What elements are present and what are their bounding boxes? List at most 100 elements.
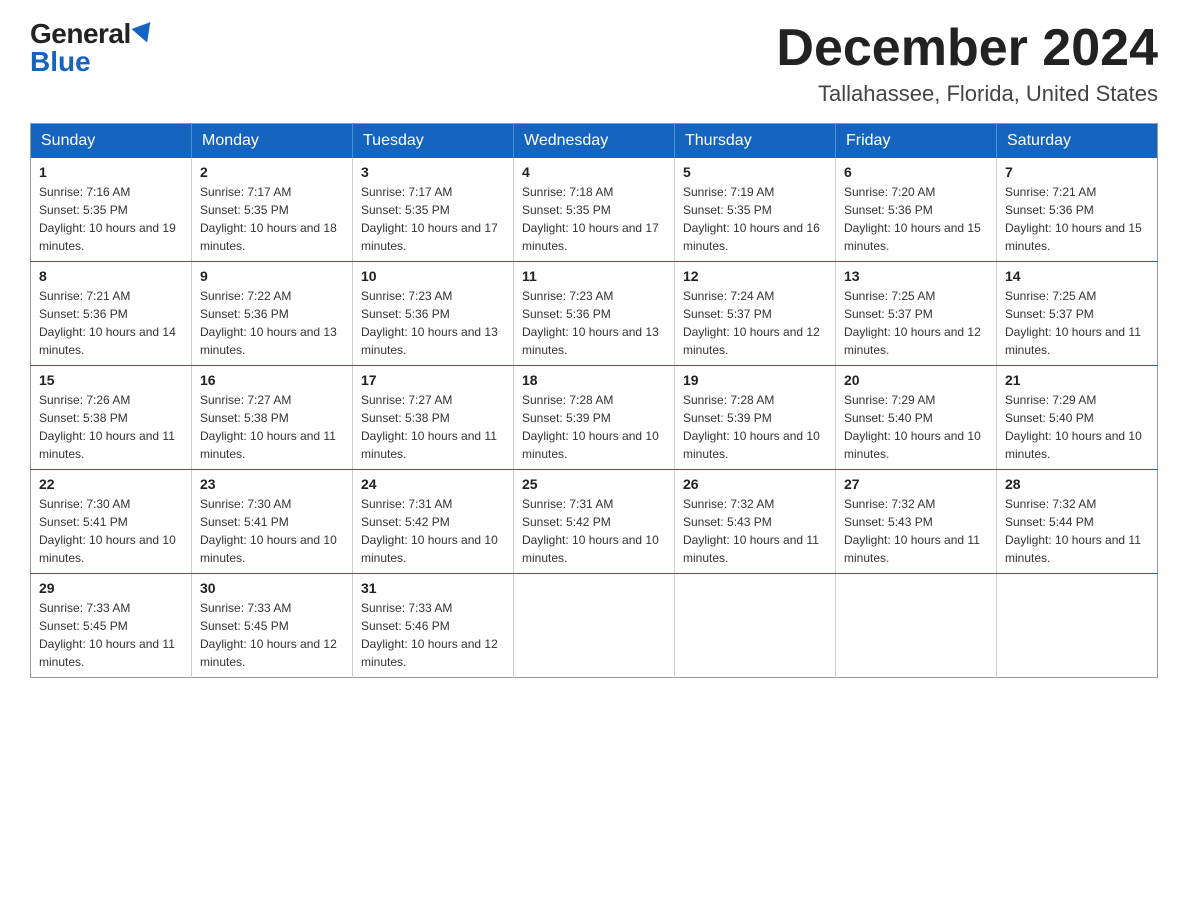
header-wednesday: Wednesday	[514, 124, 675, 159]
day-info: Sunrise: 7:31 AM Sunset: 5:42 PM Dayligh…	[522, 495, 666, 567]
day-number: 19	[683, 372, 827, 388]
day-info: Sunrise: 7:27 AM Sunset: 5:38 PM Dayligh…	[200, 391, 344, 463]
calendar-week-row: 1 Sunrise: 7:16 AM Sunset: 5:35 PM Dayli…	[31, 158, 1158, 262]
day-info: Sunrise: 7:16 AM Sunset: 5:35 PM Dayligh…	[39, 183, 183, 255]
day-number: 17	[361, 372, 505, 388]
table-row: 12 Sunrise: 7:24 AM Sunset: 5:37 PM Dayl…	[675, 262, 836, 366]
table-row	[514, 574, 675, 678]
day-info: Sunrise: 7:17 AM Sunset: 5:35 PM Dayligh…	[361, 183, 505, 255]
logo-blue-text: Blue	[30, 48, 91, 76]
day-number: 8	[39, 268, 183, 284]
day-info: Sunrise: 7:27 AM Sunset: 5:38 PM Dayligh…	[361, 391, 505, 463]
table-row: 6 Sunrise: 7:20 AM Sunset: 5:36 PM Dayli…	[836, 158, 997, 262]
table-row	[836, 574, 997, 678]
header-saturday: Saturday	[997, 124, 1158, 159]
day-number: 15	[39, 372, 183, 388]
table-row: 19 Sunrise: 7:28 AM Sunset: 5:39 PM Dayl…	[675, 366, 836, 470]
table-row: 23 Sunrise: 7:30 AM Sunset: 5:41 PM Dayl…	[192, 470, 353, 574]
table-row: 7 Sunrise: 7:21 AM Sunset: 5:36 PM Dayli…	[997, 158, 1158, 262]
table-row: 5 Sunrise: 7:19 AM Sunset: 5:35 PM Dayli…	[675, 158, 836, 262]
table-row: 25 Sunrise: 7:31 AM Sunset: 5:42 PM Dayl…	[514, 470, 675, 574]
header-tuesday: Tuesday	[353, 124, 514, 159]
day-info: Sunrise: 7:18 AM Sunset: 5:35 PM Dayligh…	[522, 183, 666, 255]
day-info: Sunrise: 7:26 AM Sunset: 5:38 PM Dayligh…	[39, 391, 183, 463]
table-row: 27 Sunrise: 7:32 AM Sunset: 5:43 PM Dayl…	[836, 470, 997, 574]
table-row: 24 Sunrise: 7:31 AM Sunset: 5:42 PM Dayl…	[353, 470, 514, 574]
table-row: 10 Sunrise: 7:23 AM Sunset: 5:36 PM Dayl…	[353, 262, 514, 366]
day-number: 22	[39, 476, 183, 492]
title-area: December 2024 Tallahassee, Florida, Unit…	[776, 20, 1158, 107]
table-row: 3 Sunrise: 7:17 AM Sunset: 5:35 PM Dayli…	[353, 158, 514, 262]
day-info: Sunrise: 7:23 AM Sunset: 5:36 PM Dayligh…	[361, 287, 505, 359]
calendar-subtitle: Tallahassee, Florida, United States	[776, 81, 1158, 107]
logo-general-text: General	[30, 20, 154, 48]
day-info: Sunrise: 7:32 AM Sunset: 5:44 PM Dayligh…	[1005, 495, 1149, 567]
day-number: 23	[200, 476, 344, 492]
table-row: 31 Sunrise: 7:33 AM Sunset: 5:46 PM Dayl…	[353, 574, 514, 678]
day-info: Sunrise: 7:33 AM Sunset: 5:45 PM Dayligh…	[200, 599, 344, 671]
day-info: Sunrise: 7:30 AM Sunset: 5:41 PM Dayligh…	[39, 495, 183, 567]
day-info: Sunrise: 7:31 AM Sunset: 5:42 PM Dayligh…	[361, 495, 505, 567]
day-number: 9	[200, 268, 344, 284]
table-row: 28 Sunrise: 7:32 AM Sunset: 5:44 PM Dayl…	[997, 470, 1158, 574]
table-row: 4 Sunrise: 7:18 AM Sunset: 5:35 PM Dayli…	[514, 158, 675, 262]
day-info: Sunrise: 7:20 AM Sunset: 5:36 PM Dayligh…	[844, 183, 988, 255]
day-info: Sunrise: 7:29 AM Sunset: 5:40 PM Dayligh…	[844, 391, 988, 463]
day-number: 27	[844, 476, 988, 492]
day-number: 26	[683, 476, 827, 492]
day-info: Sunrise: 7:19 AM Sunset: 5:35 PM Dayligh…	[683, 183, 827, 255]
day-number: 12	[683, 268, 827, 284]
day-number: 6	[844, 164, 988, 180]
day-number: 20	[844, 372, 988, 388]
day-number: 13	[844, 268, 988, 284]
header-friday: Friday	[836, 124, 997, 159]
day-info: Sunrise: 7:28 AM Sunset: 5:39 PM Dayligh…	[683, 391, 827, 463]
table-row	[675, 574, 836, 678]
day-info: Sunrise: 7:32 AM Sunset: 5:43 PM Dayligh…	[844, 495, 988, 567]
day-number: 2	[200, 164, 344, 180]
calendar-week-row: 29 Sunrise: 7:33 AM Sunset: 5:45 PM Dayl…	[31, 574, 1158, 678]
table-row: 2 Sunrise: 7:17 AM Sunset: 5:35 PM Dayli…	[192, 158, 353, 262]
day-info: Sunrise: 7:24 AM Sunset: 5:37 PM Dayligh…	[683, 287, 827, 359]
table-row: 17 Sunrise: 7:27 AM Sunset: 5:38 PM Dayl…	[353, 366, 514, 470]
day-info: Sunrise: 7:21 AM Sunset: 5:36 PM Dayligh…	[39, 287, 183, 359]
day-info: Sunrise: 7:17 AM Sunset: 5:35 PM Dayligh…	[200, 183, 344, 255]
day-number: 29	[39, 580, 183, 596]
day-number: 31	[361, 580, 505, 596]
calendar-week-row: 15 Sunrise: 7:26 AM Sunset: 5:38 PM Dayl…	[31, 366, 1158, 470]
day-info: Sunrise: 7:25 AM Sunset: 5:37 PM Dayligh…	[844, 287, 988, 359]
header: General Blue December 2024 Tallahassee, …	[30, 20, 1158, 107]
table-row: 14 Sunrise: 7:25 AM Sunset: 5:37 PM Dayl…	[997, 262, 1158, 366]
day-number: 11	[522, 268, 666, 284]
calendar-week-row: 22 Sunrise: 7:30 AM Sunset: 5:41 PM Dayl…	[31, 470, 1158, 574]
table-row: 8 Sunrise: 7:21 AM Sunset: 5:36 PM Dayli…	[31, 262, 192, 366]
table-row: 29 Sunrise: 7:33 AM Sunset: 5:45 PM Dayl…	[31, 574, 192, 678]
day-number: 5	[683, 164, 827, 180]
calendar-week-row: 8 Sunrise: 7:21 AM Sunset: 5:36 PM Dayli…	[31, 262, 1158, 366]
table-row: 9 Sunrise: 7:22 AM Sunset: 5:36 PM Dayli…	[192, 262, 353, 366]
table-row: 1 Sunrise: 7:16 AM Sunset: 5:35 PM Dayli…	[31, 158, 192, 262]
header-monday: Monday	[192, 124, 353, 159]
calendar-title: December 2024	[776, 20, 1158, 77]
day-info: Sunrise: 7:28 AM Sunset: 5:39 PM Dayligh…	[522, 391, 666, 463]
day-number: 28	[1005, 476, 1149, 492]
day-number: 25	[522, 476, 666, 492]
day-info: Sunrise: 7:25 AM Sunset: 5:37 PM Dayligh…	[1005, 287, 1149, 359]
day-info: Sunrise: 7:22 AM Sunset: 5:36 PM Dayligh…	[200, 287, 344, 359]
table-row: 21 Sunrise: 7:29 AM Sunset: 5:40 PM Dayl…	[997, 366, 1158, 470]
table-row: 11 Sunrise: 7:23 AM Sunset: 5:36 PM Dayl…	[514, 262, 675, 366]
logo: General Blue	[30, 20, 154, 76]
table-row: 15 Sunrise: 7:26 AM Sunset: 5:38 PM Dayl…	[31, 366, 192, 470]
day-number: 7	[1005, 164, 1149, 180]
day-info: Sunrise: 7:30 AM Sunset: 5:41 PM Dayligh…	[200, 495, 344, 567]
day-info: Sunrise: 7:33 AM Sunset: 5:45 PM Dayligh…	[39, 599, 183, 671]
day-info: Sunrise: 7:23 AM Sunset: 5:36 PM Dayligh…	[522, 287, 666, 359]
day-info: Sunrise: 7:32 AM Sunset: 5:43 PM Dayligh…	[683, 495, 827, 567]
day-number: 18	[522, 372, 666, 388]
day-number: 24	[361, 476, 505, 492]
table-row: 26 Sunrise: 7:32 AM Sunset: 5:43 PM Dayl…	[675, 470, 836, 574]
day-number: 21	[1005, 372, 1149, 388]
day-info: Sunrise: 7:21 AM Sunset: 5:36 PM Dayligh…	[1005, 183, 1149, 255]
day-info: Sunrise: 7:33 AM Sunset: 5:46 PM Dayligh…	[361, 599, 505, 671]
day-info: Sunrise: 7:29 AM Sunset: 5:40 PM Dayligh…	[1005, 391, 1149, 463]
